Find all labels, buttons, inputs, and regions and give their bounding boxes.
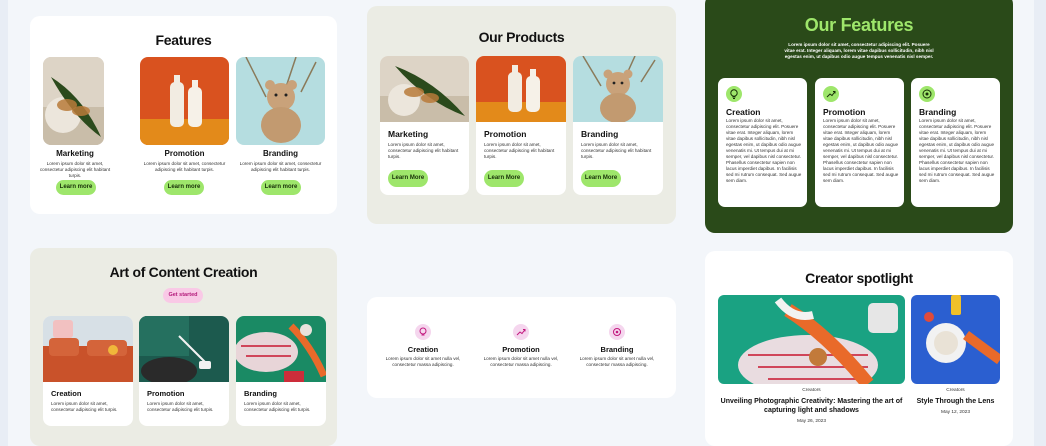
art-label: Creation [51, 389, 82, 398]
brand-icon [609, 324, 625, 340]
brand-icon [919, 86, 935, 102]
product-label: Promotion [484, 129, 527, 139]
art-desc: Lorem ipsum dolor sit amet, consectetur … [51, 401, 118, 412]
feature-item-promotion: Promotion Lorem ipsum dolor sit amet, co… [140, 149, 229, 173]
learn-more-button[interactable]: Learn more [56, 180, 96, 195]
service-label: Creation [407, 345, 439, 354]
feature-label: Creation [726, 107, 761, 117]
product-card-branding[interactable]: Branding Lorem ipsum dolor sit amet, con… [573, 56, 663, 195]
branding-image [236, 57, 325, 145]
feature-desc: Lorem ipsum dolor sit amet, consectetur … [239, 161, 322, 172]
post-category: Creators [802, 388, 821, 393]
our-features-section: Our Features Lorem ipsum dolor sit amet,… [705, 0, 1013, 233]
feature-desc: Lorem ipsum dolor sit amet, consectetur … [823, 118, 899, 183]
art-desc: Lorem ipsum dolor sit amet, consectetur … [147, 401, 214, 412]
trend-up-icon [823, 86, 839, 102]
feature-label: Branding [919, 107, 957, 117]
learn-more-button[interactable]: Learn More [484, 170, 524, 187]
bulb-icon [415, 324, 431, 340]
spotlight-post-main[interactable]: Creators Unveiling Photographic Creativi… [718, 295, 905, 424]
learn-more-button[interactable]: Learn More [581, 170, 621, 187]
feature-card-creation: Creation Lorem ipsum dolor sit amet, con… [718, 78, 807, 207]
learn-more-button[interactable]: Learn more [261, 180, 301, 195]
branding-image [236, 316, 326, 382]
post-date: May 12, 2023 [940, 410, 971, 415]
post-image [718, 295, 905, 384]
post-title[interactable]: Style Through the Lens [911, 397, 1000, 406]
feature-desc: Lorem ipsum dolor sit amet, consectetur … [726, 118, 802, 183]
section-title: Our Products [478, 29, 565, 45]
section-title: Our Features [804, 15, 914, 35]
creation-image [43, 316, 133, 382]
feature-label: Promotion [823, 107, 866, 117]
spotlight-section: Creator spotlight Creators Unveiling Pho… [705, 251, 1013, 446]
feature-desc: Lorem ipsum dolor sit amet, consectetur … [919, 118, 995, 183]
feature-desc: Lorem ipsum dolor sit amet, consectetur … [143, 161, 226, 172]
get-started-button[interactable]: Get started [163, 288, 203, 303]
feature-card-branding: Branding Lorem ipsum dolor sit amet, con… [911, 78, 1000, 207]
post-date: May 26, 2023 [796, 419, 827, 424]
feature-label: Marketing [56, 149, 94, 158]
service-desc: Lorem ipsum dolor sit amet nulla vel, co… [483, 356, 559, 367]
service-item-branding: Branding Lorem ipsum dolor sit amet null… [577, 324, 657, 368]
product-label: Branding [581, 129, 619, 139]
art-card-creation[interactable]: Creation Lorem ipsum dolor sit amet, con… [43, 316, 133, 426]
marketing-image [380, 56, 469, 122]
feature-item-marketing: Marketing Lorem ipsum dolor sit amet, co… [38, 149, 112, 179]
service-label: Promotion [502, 345, 540, 354]
promotion-image [476, 56, 566, 122]
promotion-image [139, 316, 229, 382]
post-title[interactable]: Unveiling Photographic Creativity: Maste… [718, 397, 905, 415]
service-item-promotion: Promotion Lorem ipsum dolor sit amet nul… [481, 324, 561, 368]
products-section: Our Products Marketing Lorem ipsum dolor… [367, 6, 676, 224]
feature-label: Promotion [164, 149, 205, 158]
product-desc: Lorem ipsum dolor sit amet, consectetur … [484, 142, 555, 159]
section-intro: Lorem ipsum dolor sit amet, consectetur … [784, 42, 934, 59]
art-section: Art of Content Creation Get started Crea… [30, 248, 337, 446]
trend-up-icon [513, 324, 529, 340]
product-card-promotion[interactable]: Promotion Lorem ipsum dolor sit amet, co… [476, 56, 566, 195]
product-label: Marketing [388, 129, 429, 139]
product-card-marketing[interactable]: Marketing Lorem ipsum dolor sit amet, co… [380, 56, 469, 195]
section-title: Creator spotlight [805, 270, 913, 286]
product-desc: Lorem ipsum dolor sit amet, consectetur … [388, 142, 459, 159]
page-canvas: Features Marketing Lorem ipsum dolor sit… [8, 0, 1034, 446]
art-label: Branding [244, 389, 277, 398]
learn-more-button[interactable]: Learn more [164, 180, 204, 195]
service-desc: Lorem ipsum dolor sit amet nulla vel, co… [579, 356, 655, 367]
feature-desc: Lorem ipsum dolor sit amet, consectetur … [39, 161, 111, 178]
section-title: Features [155, 32, 212, 48]
services-section: Creation Lorem ipsum dolor sit amet null… [367, 297, 676, 398]
art-label: Promotion [147, 389, 185, 398]
feature-label: Branding [262, 149, 299, 158]
art-desc: Lorem ipsum dolor sit amet, consectetur … [244, 401, 311, 412]
feature-card-promotion: Promotion Lorem ipsum dolor sit amet, co… [815, 78, 904, 207]
learn-more-button[interactable]: Learn More [388, 170, 428, 187]
marketing-image [43, 57, 104, 145]
spotlight-post-side[interactable]: Creators Style Through the Lens May 12, … [911, 295, 1000, 415]
features-section: Features Marketing Lorem ipsum dolor sit… [30, 16, 337, 214]
bulb-icon [726, 86, 742, 102]
promotion-image [140, 57, 229, 145]
section-title: Art of Content Creation [109, 264, 258, 280]
feature-item-branding: Branding Lorem ipsum dolor sit amet, con… [236, 149, 325, 173]
post-category: Creators [946, 388, 965, 393]
product-desc: Lorem ipsum dolor sit amet, consectetur … [581, 142, 652, 159]
art-card-branding[interactable]: Branding Lorem ipsum dolor sit amet, con… [236, 316, 326, 426]
art-card-promotion[interactable]: Promotion Lorem ipsum dolor sit amet, co… [139, 316, 229, 426]
service-desc: Lorem ipsum dolor sit amet nulla vel, co… [385, 356, 461, 367]
branding-image [573, 56, 663, 122]
service-label: Branding [600, 345, 634, 354]
post-image [911, 295, 1000, 384]
service-item-creation: Creation Lorem ipsum dolor sit amet null… [383, 324, 463, 368]
